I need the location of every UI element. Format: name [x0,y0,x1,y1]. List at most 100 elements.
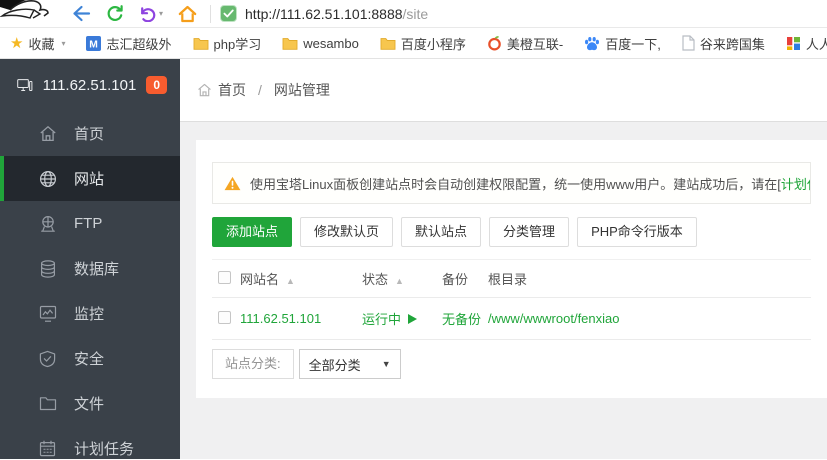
category-manage-button[interactable]: 分类管理 [489,217,570,247]
bookmark-label: 志汇超级外 [106,36,172,52]
server-monitor-icon [17,79,33,92]
bookmark-folder[interactable]: wesambo [282,36,359,51]
site-backup[interactable]: 无备份 [442,297,488,340]
calendar-icon [38,440,57,457]
add-site-button[interactable]: 添加站点 [212,217,293,247]
m-badge-icon: M [86,35,102,51]
sidebar-server-header[interactable]: 111.62.51.101 0 [0,59,180,111]
back-icon[interactable] [72,5,91,22]
undo-caret-icon[interactable]: ▾ [159,9,163,18]
url-text[interactable]: http://111.62.51.101:8888/site [245,6,428,22]
bookmark-item[interactable]: M 志汇超级外 [86,34,172,53]
alert-text-before: 使用宝塔Linux面板创建站点时会自动创建权限配置，统一使用www用户。建站成功… [250,176,781,192]
globe-icon [38,170,57,188]
category-selected-value: 全部分类 [308,357,361,373]
bookmark-item[interactable]: 美橙互联- [487,34,563,53]
orange-ring-icon [488,35,501,50]
sidebar-item-website[interactable]: 网站 [0,156,180,201]
sidebar-item-database[interactable]: 数据库 [0,246,180,291]
default-site-button[interactable]: 默认站点 [401,217,482,247]
play-icon [408,313,418,324]
modify-default-page-button[interactable]: 修改默认页 [300,217,394,247]
bookmark-item[interactable]: 人人商城使 [786,34,827,53]
site-panel-card: 使用宝塔Linux面板创建站点时会自动创建权限配置，统一使用www用户。建站成功… [196,140,827,398]
bookmark-label: 人人商城使 [805,36,827,52]
undo-icon[interactable]: ▾ [139,6,163,22]
url-path: /site [402,5,429,22]
folder-icon [193,37,208,50]
sort-asc-icon[interactable]: ▲ [286,276,295,286]
home-icon[interactable] [178,5,197,23]
header-status[interactable]: 状态 ▲ [362,259,442,298]
row-checkbox[interactable] [218,310,231,324]
star-icon: ★ [10,34,24,52]
folder-icon [38,396,57,411]
sidebar-item-files[interactable]: 文件 [0,381,180,426]
shield-icon [38,350,57,368]
bookmark-item[interactable]: 百度一下, [584,34,661,53]
sidebar-item-label: 监控 [74,306,105,323]
sidebar-item-home[interactable]: 首页 [0,111,180,156]
notification-badge[interactable]: 0 [146,76,167,94]
site-toolbar: 添加站点 修改默认页 默认站点 分类管理 PHP命令行版本 [212,217,811,247]
bookmark-label: 收藏 [28,36,55,52]
sidebar-item-label: 首页 [74,126,105,143]
category-select[interactable]: 全部分类 ▼ [298,349,401,379]
home-icon [38,125,57,142]
address-bar[interactable]: http://111.62.51.101:8888/site [220,0,827,27]
chevron-down-icon[interactable]: ▾ [61,39,65,48]
toolbar-divider [210,4,212,23]
security-shield-icon[interactable] [220,5,238,22]
header-root-dir: 根目录 [488,259,811,298]
folder-icon [282,37,298,50]
site-root-dir: /www/wwwroot/fenxiao [488,297,811,340]
header-backup: 备份 [442,259,488,298]
page-icon [682,35,695,51]
breadcrumb-home-link[interactable]: 首页 [218,80,246,100]
bookmark-folder[interactable]: 百度小程序 [380,34,466,53]
sidebar-item-ftp[interactable]: FTP [0,201,180,246]
alert-cron-link[interactable]: 计划任务 [781,174,810,193]
site-category-filter: 站点分类: 全部分类 ▼ [212,349,811,379]
sidebar-item-label: 网站 [74,171,105,188]
browser-window: ▾ http://111.62.51.101:8888/site ★ 收藏 ▾ … [0,0,827,460]
warning-icon [224,176,241,190]
table-row: 111.62.51.101 运行中 无备份 /www/wwwroot/fenxi… [212,297,811,340]
category-label: 站点分类: [212,349,294,379]
database-icon [38,259,57,278]
bookmark-label: 谷来跨国集 [699,36,765,52]
sidebar-item-security[interactable]: 安全 [0,336,180,381]
sidebar-item-monitor[interactable]: 监控 [0,291,180,336]
bookmark-label: 百度小程序 [400,36,466,52]
php-cli-version-button[interactable]: PHP命令行版本 [577,217,697,247]
sidebar-item-label: FTP [74,215,103,232]
folder-icon [380,37,396,50]
sidebar-item-cron[interactable]: 计划任务 [0,426,180,460]
select-all-checkbox[interactable] [218,270,231,284]
ftp-globe-icon [38,215,57,233]
breadcrumb-home-icon [198,83,211,97]
breadcrumb: 首页 / 网站管理 [180,59,827,122]
sidebar-item-label: 文件 [74,396,105,413]
bookmark-label: 百度一下, [605,36,661,52]
site-name-link[interactable]: 111.62.51.101 [240,311,321,326]
sidebar-nav: 首页 网站 FTP 数据库 监控 安全 文件 计划任务 [0,111,180,460]
caret-down-icon: ▼ [381,359,391,369]
site-status[interactable]: 运行中 [362,309,442,328]
bookmarks-bar: ★ 收藏 ▾ M 志汇超级外 php学习 wesambo 百度小程序 美橙互联-… [0,28,827,59]
bookmark-favorites[interactable]: ★ 收藏 ▾ [10,34,65,53]
monitor-chart-icon [38,305,57,322]
warning-alert: 使用宝塔Linux面板创建站点时会自动创建权限配置，统一使用www用户。建站成功… [212,162,811,204]
browser-logo [0,0,49,19]
bookmark-label: wesambo [303,35,359,51]
color-squares-icon [786,36,800,50]
bookmark-item[interactable]: 谷来跨国集 [682,34,765,53]
sites-table: 网站名 ▲ 状态 ▲ 备份 根目录 111.62.51.101 运行中 无备份 … [212,259,811,340]
sidebar-item-label: 数据库 [74,261,120,278]
bookmark-folder[interactable]: php学习 [193,34,261,53]
header-site-name[interactable]: 网站名 ▲ [240,259,362,298]
sort-asc-icon[interactable]: ▲ [395,276,404,286]
refresh-icon[interactable] [106,4,124,23]
baidu-paw-icon [585,36,600,50]
table-header-row: 网站名 ▲ 状态 ▲ 备份 根目录 [212,259,811,298]
